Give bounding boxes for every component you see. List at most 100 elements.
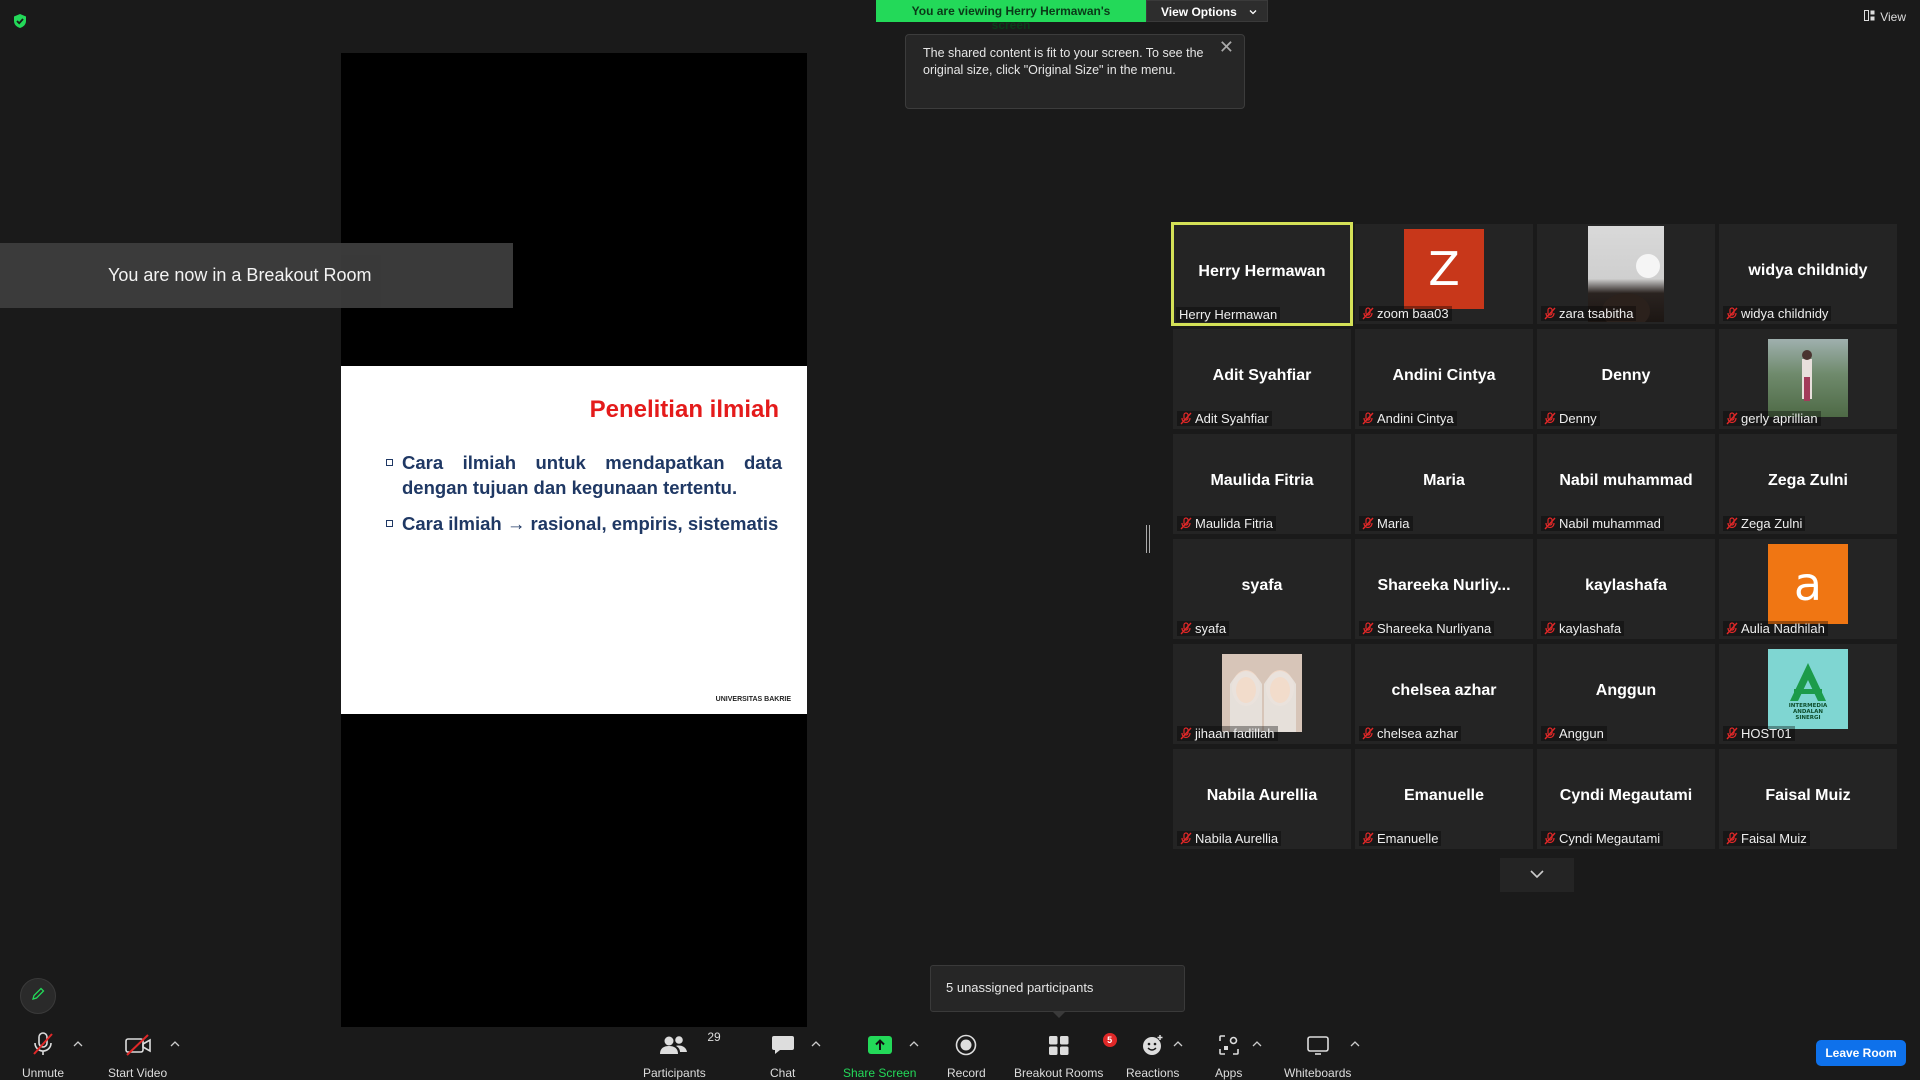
participant-tile[interactable]: kaylashafa kaylashafa: [1537, 539, 1715, 639]
whiteboard-icon: [1306, 1032, 1330, 1056]
apps-label: Apps: [1215, 1066, 1243, 1080]
participant-tile[interactable]: chelsea azhar chelsea azhar: [1355, 644, 1533, 744]
participant-label-text: Anggun: [1559, 726, 1604, 741]
start-video-button[interactable]: Start Video: [108, 1032, 167, 1080]
participant-label-text: Denny: [1559, 411, 1597, 426]
participant-tile[interactable]: Herry Hermawan Herry Hermawan: [1171, 222, 1353, 326]
participant-tile[interactable]: Zega Zulni Zega Zulni: [1719, 434, 1897, 534]
participant-tile[interactable]: gerly aprillian: [1719, 329, 1897, 429]
unassigned-participants-popover[interactable]: 5 unassigned participants: [930, 965, 1185, 1012]
participant-display-name: Cyndi Megautami: [1559, 787, 1693, 804]
participant-tile[interactable]: Cyndi Megautami Cyndi Megautami: [1537, 749, 1715, 849]
participant-logo: INTERMEDIA ANDALAN SINERGI: [1768, 649, 1848, 729]
participant-display-name: Nabil muhammad: [1559, 472, 1693, 489]
participant-label-text: Nabila Aurellia: [1195, 831, 1279, 846]
participant-tile[interactable]: a Aulia Nadhilah: [1719, 539, 1897, 639]
slide-bullet-text: Cara ilmiah → rasional, empiris, sistema…: [402, 513, 779, 534]
participant-avatar: a: [1768, 544, 1848, 624]
muted-mic-icon: [1362, 622, 1374, 635]
participant-name-label: Aulia Nadhilah: [1723, 621, 1828, 636]
muted-mic-icon: [1180, 832, 1192, 845]
muted-mic-icon: [1362, 832, 1374, 845]
reactions-button[interactable]: Reactions: [1126, 1032, 1179, 1080]
participant-tile[interactable]: jihaan fadillah: [1173, 644, 1351, 744]
participant-label-text: Shareeka Nurliyana: [1377, 621, 1492, 636]
leave-room-button[interactable]: Leave Room: [1816, 1040, 1906, 1066]
participant-name-label: Maulida Fitria: [1177, 516, 1277, 531]
participant-tile[interactable]: Anggun Anggun: [1537, 644, 1715, 744]
participant-label-text: Faisal Muiz: [1741, 831, 1807, 846]
view-options-label: View Options: [1161, 5, 1237, 19]
caret-up-icon[interactable]: [170, 1040, 180, 1048]
caret-up-icon[interactable]: [811, 1040, 821, 1048]
participant-label-text: Nabil muhammad: [1559, 516, 1661, 531]
unmute-button[interactable]: Unmute: [22, 1032, 64, 1080]
participant-tile[interactable]: widya childnidy widya childnidy: [1719, 224, 1897, 324]
participant-tile[interactable]: Adit Syahfiar Adit Syahfiar: [1173, 329, 1351, 429]
participant-tile[interactable]: Maria Maria: [1355, 434, 1533, 534]
tooltip-text: The shared content is fit to your screen…: [923, 46, 1204, 77]
participant-label-text: Maria: [1377, 516, 1410, 531]
record-icon: [955, 1032, 977, 1056]
participant-tile[interactable]: Denny Denny: [1537, 329, 1715, 429]
breakout-room-notice: You are now in a Breakout Room: [0, 243, 513, 308]
viewing-banner: You are viewing Herry Hermawan's screen …: [876, 0, 1268, 32]
participant-label-text: Herry Hermawan: [1179, 307, 1278, 322]
participant-tile[interactable]: Zzoom baa03: [1355, 224, 1533, 324]
caret-up-icon[interactable]: [909, 1040, 919, 1048]
view-options-button[interactable]: View Options: [1146, 0, 1268, 22]
slide-bullet: Cara ilmiah untuk mendapatkan data denga…: [386, 450, 782, 500]
participant-tile[interactable]: Andini Cintya Andini Cintya: [1355, 329, 1533, 429]
participant-name-label: jihaan fadillah: [1177, 726, 1278, 741]
participant-tile[interactable]: zara tsabitha: [1537, 224, 1715, 329]
participant-name-label: Denny: [1541, 411, 1600, 426]
presentation-slide: Penelitian ilmiah Cara ilmiah untuk mend…: [341, 366, 807, 714]
participant-label-text: syafa: [1195, 621, 1227, 636]
participant-name-label: zara tsabitha: [1541, 306, 1637, 321]
participant-tile[interactable]: Nabila Aurellia Nabila Aurellia: [1173, 749, 1351, 849]
view-label: View: [1880, 10, 1906, 24]
record-button[interactable]: Record: [947, 1032, 986, 1080]
participant-name-label: Herry Hermawan: [1176, 307, 1281, 322]
participant-tile[interactable]: Maulida Fitria Maulida Fitria: [1173, 434, 1351, 534]
encryption-shield-icon[interactable]: [12, 13, 28, 29]
start-video-label: Start Video: [108, 1066, 168, 1080]
apps-button[interactable]: Apps: [1215, 1032, 1242, 1080]
caret-up-icon[interactable]: [1252, 1040, 1262, 1048]
muted-mic-icon: [1726, 832, 1738, 845]
close-icon[interactable]: ✕: [1219, 38, 1234, 56]
muted-mic-icon: [1544, 307, 1556, 320]
participant-tile[interactable]: Emanuelle Emanuelle: [1355, 749, 1533, 849]
participant-tile[interactable]: Nabil muhammad Nabil muhammad: [1537, 434, 1715, 534]
chat-button[interactable]: Chat: [770, 1032, 795, 1080]
participants-button[interactable]: 29 Participants: [643, 1030, 721, 1080]
pencil-icon: [31, 987, 45, 1006]
view-button[interactable]: View: [1864, 10, 1906, 24]
smiley-icon: [1141, 1032, 1165, 1056]
annotate-button[interactable]: [20, 978, 56, 1014]
participant-tile[interactable]: INTERMEDIA ANDALAN SINERGI HOST01: [1719, 644, 1897, 744]
breakout-rooms-button[interactable]: 5 Breakout Rooms: [1014, 1032, 1117, 1080]
caret-up-icon[interactable]: [1173, 1040, 1183, 1048]
caret-up-icon[interactable]: [1350, 1040, 1360, 1048]
participant-name-label: Anggun: [1541, 726, 1607, 741]
participants-icon: 29: [659, 1030, 721, 1056]
split-view-divider[interactable]: [1146, 525, 1150, 553]
muted-mic-icon: [1544, 412, 1556, 425]
chat-icon: [771, 1032, 795, 1056]
gallery-next-page-button[interactable]: [1500, 858, 1574, 892]
caret-up-icon[interactable]: [73, 1040, 83, 1048]
logo-text: INTERMEDIA ANDALAN SINERGI: [1788, 703, 1828, 721]
muted-mic-icon: [1726, 727, 1738, 740]
muted-mic-icon: [1544, 832, 1556, 845]
participant-tile[interactable]: syafa syafa: [1173, 539, 1351, 639]
popover-arrow: [1052, 1011, 1066, 1018]
participant-name-label: Adit Syahfiar: [1177, 411, 1272, 426]
participant-tile[interactable]: Faisal Muiz Faisal Muiz: [1719, 749, 1897, 849]
participant-name-label: Andini Cintya: [1359, 411, 1457, 426]
share-screen-button[interactable]: Share Screen: [843, 1032, 916, 1080]
participant-name-label: gerly aprillian: [1723, 411, 1821, 426]
participant-tile[interactable]: Shareeka Nurliy... Shareeka Nurliyana: [1355, 539, 1533, 639]
participant-label-text: Zega Zulni: [1741, 516, 1803, 531]
whiteboards-button[interactable]: Whiteboards: [1284, 1032, 1351, 1080]
